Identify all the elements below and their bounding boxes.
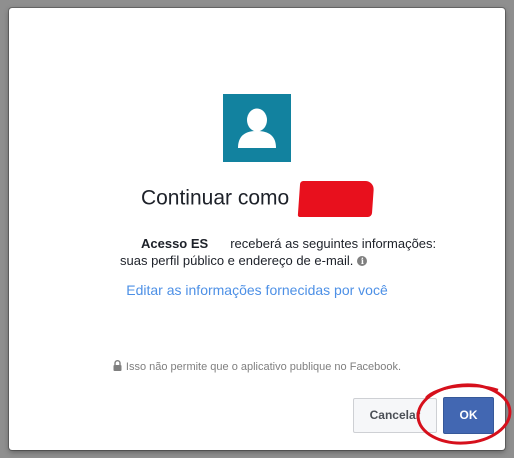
permission-text: receberá as seguintes informações:	[230, 236, 437, 251]
publish-notice: Isso não permite que o aplicativo publiq…	[9, 360, 505, 373]
info-icon[interactable]: i	[357, 256, 368, 266]
cancel-button[interactable]: Cancelar	[353, 398, 437, 433]
redacted-user-name	[297, 181, 375, 217]
login-dialog: Continuar como Acesso ES receberá as segu…	[9, 8, 512, 450]
continue-as-title: Continuar como	[9, 181, 505, 217]
title-prefix: Continuar como	[140, 186, 290, 210]
user-silhouette-icon	[238, 108, 276, 148]
lock-icon	[113, 360, 122, 371]
permission-line-2: suas perfil público e endereço de e-mail…	[120, 251, 368, 271]
app-name: Acesso ES	[141, 236, 209, 251]
profile-avatar	[223, 94, 291, 162]
notice-text: Isso não permite que o aplicativo publiq…	[125, 361, 402, 373]
edit-info-link[interactable]: Editar as informações fornecidas por voc…	[9, 282, 505, 298]
ok-button[interactable]: OK	[443, 397, 494, 434]
permission-detail: suas perfil público e endereço de e-mail…	[120, 253, 354, 268]
